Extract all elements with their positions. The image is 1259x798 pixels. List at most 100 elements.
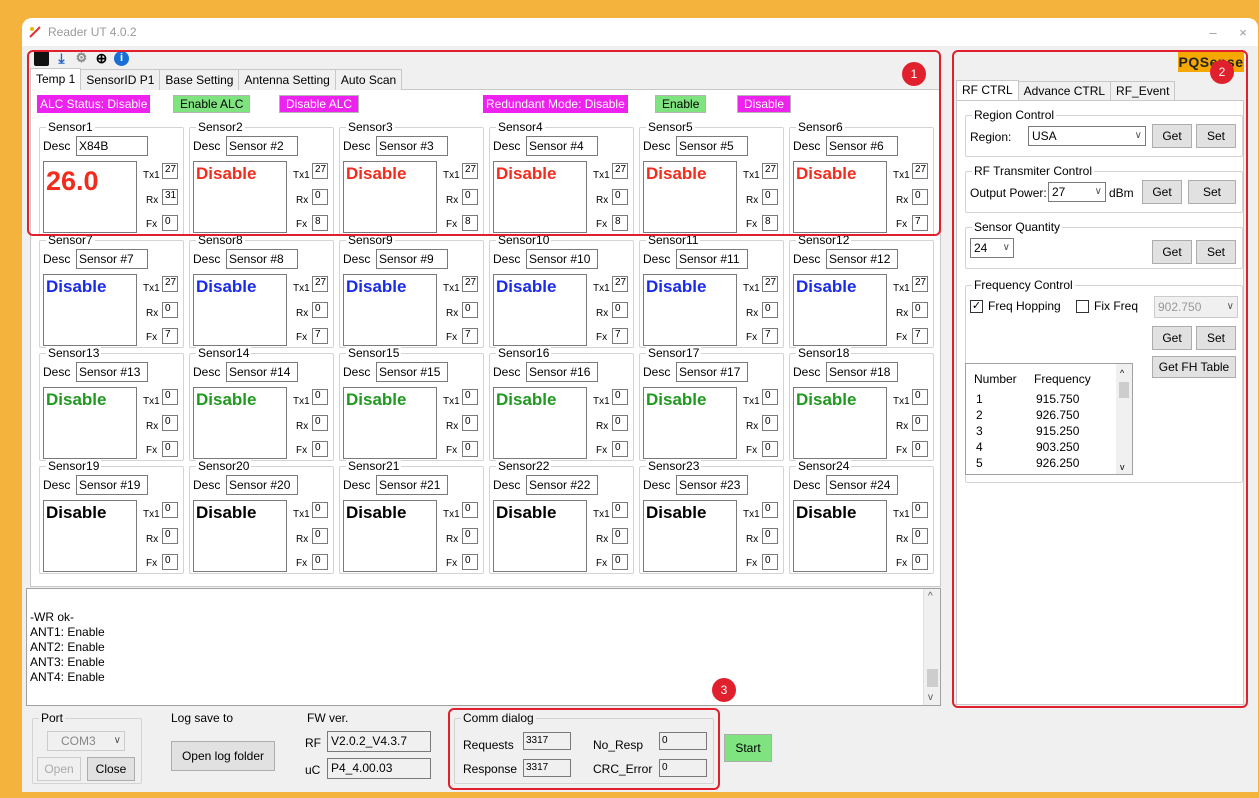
tx-count: 0 [312, 502, 328, 518]
desc-label: Desc [43, 365, 71, 379]
sensor-desc-input[interactable]: Sensor #21 [376, 475, 448, 495]
rx-count: 0 [312, 302, 328, 318]
sensor-name: Sensor21 [346, 459, 402, 473]
sensor-desc-input[interactable]: Sensor #15 [376, 362, 448, 382]
sensor-group: Sensor17 Desc Sensor #17 Disable Tx1 0 Rx 0 Fx 0 [639, 346, 784, 461]
rf-label: RF [305, 736, 321, 750]
rx-count: 0 [612, 415, 628, 431]
rx-count: 0 [312, 528, 328, 544]
scroll-thumb[interactable] [927, 669, 938, 687]
fx-count: 0 [912, 441, 928, 457]
sensor-desc-input[interactable]: Sensor #8 [226, 249, 298, 269]
fx-count: 0 [462, 554, 478, 570]
rx-count: 0 [162, 528, 178, 544]
log-line: ANT2: Enable [30, 640, 105, 654]
log-scrollbar[interactable]: ^ v [923, 589, 940, 705]
tx-label: Tx1 [443, 396, 460, 407]
fx-count: 0 [312, 554, 328, 570]
fx-count: 7 [162, 328, 178, 344]
fx-label: Fx [746, 445, 758, 456]
sensor-value-box: Disable [793, 500, 887, 572]
minimize-button[interactable]: – [1198, 25, 1228, 40]
port-value: COM3 [61, 734, 96, 748]
rx-label: Rx [746, 421, 759, 432]
sensor-desc-input[interactable]: Sensor #10 [526, 249, 598, 269]
sensor-desc-input[interactable]: Sensor #23 [676, 475, 748, 495]
sensor-value: Disable [796, 503, 857, 522]
open-log-folder-button[interactable]: Open log folder [171, 741, 275, 771]
tx-label: Tx1 [143, 396, 160, 407]
rx-count: 0 [912, 302, 928, 318]
sensor-group: Sensor15 Desc Sensor #15 Disable Tx1 0 Rx 0 Fx 0 [339, 346, 484, 461]
rx-count: 0 [162, 415, 178, 431]
fx-count: 7 [912, 328, 928, 344]
sensor-desc-input[interactable]: Sensor #24 [826, 475, 898, 495]
scroll-up-icon[interactable]: ^ [928, 591, 933, 602]
sensor-desc-input[interactable]: Sensor #12 [826, 249, 898, 269]
port-select[interactable]: COM3 ∨ [47, 731, 125, 751]
tx-count: 0 [762, 502, 778, 518]
sensor-desc-input[interactable]: Sensor #20 [226, 475, 298, 495]
sensor-name: Sensor24 [796, 459, 852, 473]
sensor-name: Sensor16 [496, 346, 552, 360]
scroll-down-icon[interactable]: v [928, 692, 933, 703]
annotation-box-3 [448, 708, 720, 790]
sensor-desc-input[interactable]: Sensor #14 [226, 362, 298, 382]
fx-label: Fx [446, 445, 458, 456]
fx-label: Fx [296, 332, 308, 343]
fx-label: Fx [596, 445, 608, 456]
tx-label: Tx1 [893, 396, 910, 407]
fx-label: Fx [746, 558, 758, 569]
desc-label: Desc [343, 252, 371, 266]
fx-label: Fx [296, 558, 308, 569]
sensor-value: Disable [796, 277, 857, 296]
rx-count: 0 [462, 302, 478, 318]
sensor-value: Disable [496, 503, 557, 522]
fx-count: 7 [762, 328, 778, 344]
rx-label: Rx [146, 534, 159, 545]
tx-count: 27 [462, 276, 478, 292]
fx-count: 0 [462, 441, 478, 457]
open-port-button[interactable]: Open [37, 757, 81, 781]
sensor-desc-input[interactable]: Sensor #16 [526, 362, 598, 382]
rx-count: 0 [912, 528, 928, 544]
rx-label: Rx [596, 421, 609, 432]
sensor-desc-input[interactable]: Sensor #19 [76, 475, 148, 495]
fx-label: Fx [896, 332, 908, 343]
fw-version-group: FW ver. RF V2.0.2_V4.3.7 uC P4_4.00.03 [298, 711, 438, 784]
rx-label: Rx [746, 308, 759, 319]
sensor-desc-input[interactable]: Sensor #11 [676, 249, 748, 269]
sensor-value-box: Disable [43, 274, 137, 346]
sensor-value-box: Disable [193, 387, 287, 459]
tx-count: 0 [162, 389, 178, 405]
fw-legend: FW ver. [305, 711, 351, 725]
tx-label: Tx1 [143, 509, 160, 520]
start-button[interactable]: Start [724, 734, 772, 762]
rx-label: Rx [296, 421, 309, 432]
sensor-name: Sensor23 [646, 459, 702, 473]
sensor-desc-input[interactable]: Sensor #22 [526, 475, 598, 495]
close-port-button[interactable]: Close [87, 757, 135, 781]
annotation-badge-3: 3 [712, 678, 736, 702]
sensor-value: Disable [196, 277, 257, 296]
sensor-desc-input[interactable]: Sensor #9 [376, 249, 448, 269]
sensor-group: Sensor22 Desc Sensor #22 Disable Tx1 0 Rx 0 Fx 0 [489, 459, 634, 574]
sensor-desc-input[interactable]: Sensor #13 [76, 362, 148, 382]
log-output[interactable]: -WR ok- ANT1: Enable ANT2: Enable ANT3: Ena… [26, 588, 941, 706]
sensor-value: Disable [46, 277, 107, 296]
sensor-desc-input[interactable]: Sensor #7 [76, 249, 148, 269]
sensor-group: Sensor12 Desc Sensor #12 Disable Tx1 27 Rx 0 Fx 7 [789, 233, 934, 348]
close-window-button[interactable]: × [1228, 25, 1258, 40]
rx-label: Rx [896, 308, 909, 319]
desc-label: Desc [793, 478, 821, 492]
tx-label: Tx1 [593, 283, 610, 294]
sensor-name: Sensor13 [46, 346, 102, 360]
sensor-desc-input[interactable]: Sensor #18 [826, 362, 898, 382]
sensor-value: Disable [196, 503, 257, 522]
desc-label: Desc [793, 252, 821, 266]
sensor-desc-input[interactable]: Sensor #17 [676, 362, 748, 382]
desc-label: Desc [193, 478, 221, 492]
rx-label: Rx [296, 534, 309, 545]
fx-label: Fx [896, 558, 908, 569]
title-bar: Reader UT 4.0.2 – × [22, 18, 1258, 46]
